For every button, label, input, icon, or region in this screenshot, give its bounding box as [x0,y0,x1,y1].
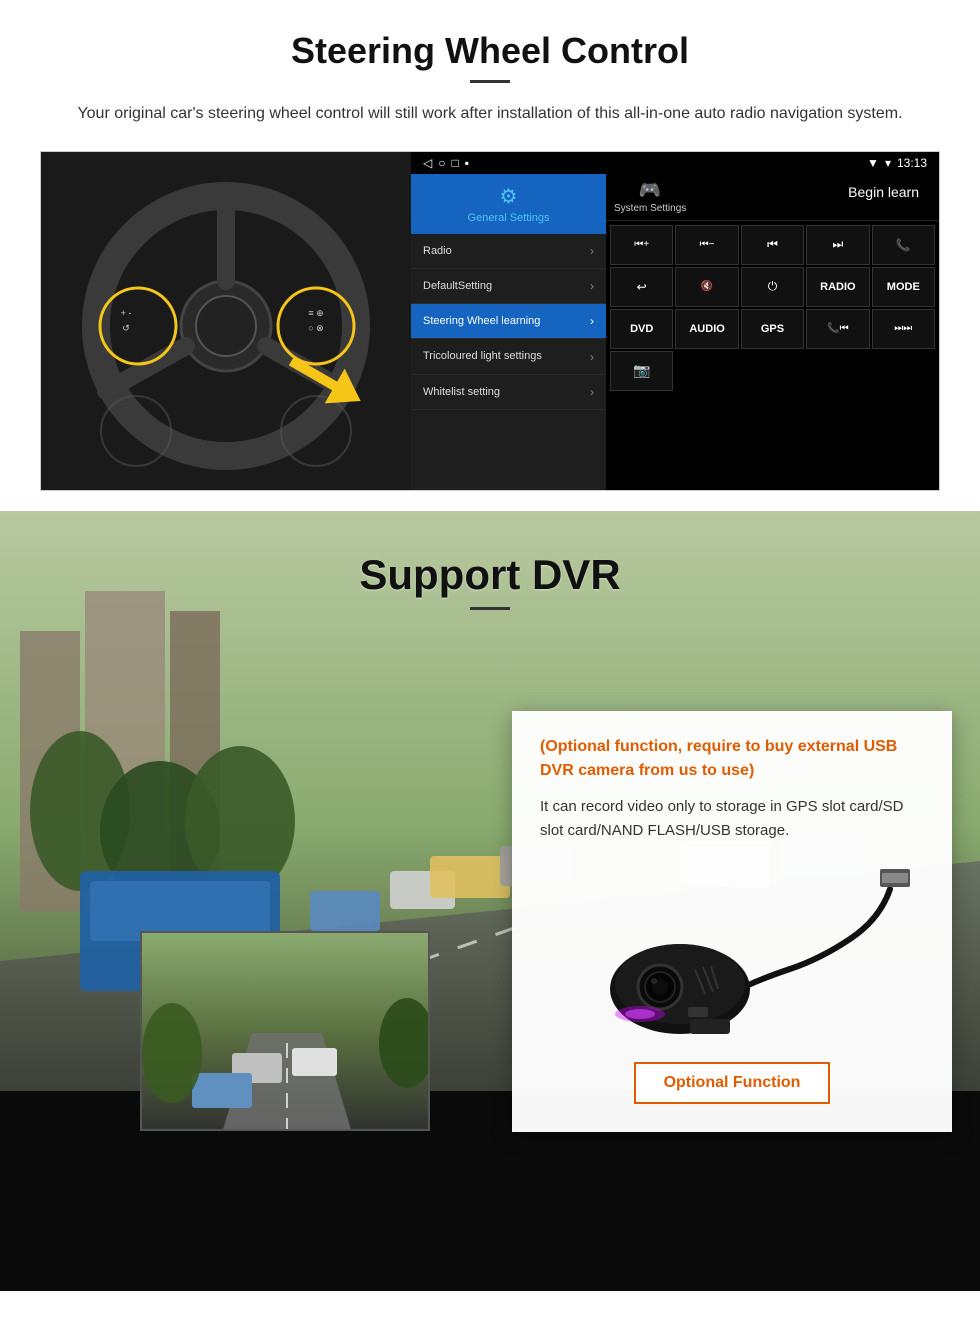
nav-home-icon: ○ [438,156,445,170]
ctrl-radio[interactable]: RADIO [806,267,869,307]
dvr-camera-image-area [540,859,924,1044]
dvr-title: Support DVR [0,551,980,599]
ctrl-mute[interactable]: 🔇 [675,267,738,307]
system-row: 🎮 System Settings Begin learn [606,174,939,221]
nav-back-icon: ◁ [423,156,432,170]
menu-item-defaultsetting[interactable]: DefaultSetting › [411,269,606,304]
steering-wheel-svg: + - ↺ ≡ ⊕ ○ ⊗ [46,152,406,490]
menu-item-whitelist-label: Whitelist setting [423,385,500,399]
ctrl-camera[interactable]: 📷 [610,351,673,391]
svg-text:○ ⊗: ○ ⊗ [308,323,323,333]
dvr-divider [470,607,510,610]
gear-icon: ⚙ [500,184,518,209]
ctrl-phone-prev[interactable]: 📞⏮ [806,309,869,349]
general-settings-header[interactable]: ⚙ General Settings [411,174,606,234]
dvr-inset-svg [142,933,430,1131]
ctrl-prev[interactable]: ⏮ [741,225,804,265]
menu-item-radio[interactable]: Radio › [411,234,606,269]
ctrl-dvd[interactable]: DVD [610,309,673,349]
dvr-info-text: It can record video only to storage in G… [540,795,924,843]
dvr-camera-svg [540,859,920,1039]
system-settings-icon: 🎮 [639,180,661,201]
steering-section: Steering Wheel Control Your original car… [0,0,980,511]
steering-title: Steering Wheel Control [40,30,940,72]
svg-text:+ -: + - [121,308,132,318]
system-settings-label: System Settings [614,203,686,214]
general-settings-label: General Settings [468,212,550,224]
ctrl-power[interactable]: ⏻ [741,267,804,307]
system-settings-area: 🎮 System Settings [614,180,686,214]
ctrl-next[interactable]: ⏭ [806,225,869,265]
ctrl-next-next[interactable]: ⏭⏭ [872,309,935,349]
android-ui-panel: ◁ ○ □ ▪ ▼ ▾ 13:13 ⚙ General Settings [411,152,939,490]
ctrl-audio[interactable]: AUDIO [675,309,738,349]
nav-recents-icon: □ [451,156,458,170]
steering-wheel-photo: + - ↺ ≡ ⊕ ○ ⊗ [41,152,411,490]
ctrl-vol-up[interactable]: ⏮+ [610,225,673,265]
ctrl-vol-down[interactable]: ⏮− [675,225,738,265]
svg-text:≡ ⊕: ≡ ⊕ [308,308,323,318]
menu-item-tricoloured-label: Tricoloured light settings [423,349,542,363]
dvr-section: Support DVR (Optional function, require … [0,511,980,1291]
chevron-icon-radio: › [590,244,594,258]
menu-item-whitelist[interactable]: Whitelist setting › [411,375,606,410]
control-buttons-grid: ⏮+ ⏮− ⏮ ⏭ 📞 ↩ 🔇 ⏻ RADIO MODE DVD AUDIO [606,221,939,395]
ctrl-phone[interactable]: 📞 [872,225,935,265]
begin-learn-button[interactable]: Begin learn [836,180,931,204]
dvr-info-title: (Optional function, require to buy exter… [540,735,924,783]
menu-item-tricoloured[interactable]: Tricoloured light settings › [411,339,606,374]
dvr-title-area: Support DVR [0,511,980,626]
settings-menu: ⚙ General Settings Radio › DefaultSettin… [411,174,606,490]
menu-item-default-label: DefaultSetting [423,279,492,293]
menu-item-steering-label: Steering Wheel learning [423,314,540,328]
title-divider [470,80,510,83]
status-time: 13:13 [897,156,927,170]
svg-text:↺: ↺ [122,323,130,333]
ctrl-gps[interactable]: GPS [741,309,804,349]
nav-menu-icon: ▪ [465,156,469,170]
steering-wheel-image: + - ↺ ≡ ⊕ ○ ⊗ [41,152,411,490]
menu-item-radio-label: Radio [423,244,452,258]
optional-btn-container: Optional Function [540,1054,924,1104]
android-statusbar: ◁ ○ □ ▪ ▼ ▾ 13:13 [411,152,939,174]
ctrl-mode[interactable]: MODE [872,267,935,307]
dvr-inset-view [140,931,430,1131]
dvr-info-box: (Optional function, require to buy exter… [512,711,952,1132]
optional-function-button[interactable]: Optional Function [634,1062,831,1104]
chevron-icon-steering: › [590,314,594,328]
chevron-icon-default: › [590,279,594,293]
android-content-area: ⚙ General Settings Radio › DefaultSettin… [411,174,939,490]
chevron-icon-whitelist: › [590,385,594,399]
steering-subtitle: Your original car's steering wheel contr… [60,101,920,127]
wifi-icon: ▾ [885,156,891,170]
signal-icon: ▼ [867,156,879,170]
ctrl-back[interactable]: ↩ [610,267,673,307]
dvr-inset-background [142,933,428,1129]
chevron-icon-tricoloured: › [590,350,594,364]
control-panel: 🎮 System Settings Begin learn ⏮+ ⏮− ⏮ ⏭ … [606,174,939,490]
steering-demo-area: + - ↺ ≡ ⊕ ○ ⊗ ◁ ○ □ ▪ [40,151,940,491]
menu-item-steering-learning[interactable]: Steering Wheel learning › [411,304,606,339]
